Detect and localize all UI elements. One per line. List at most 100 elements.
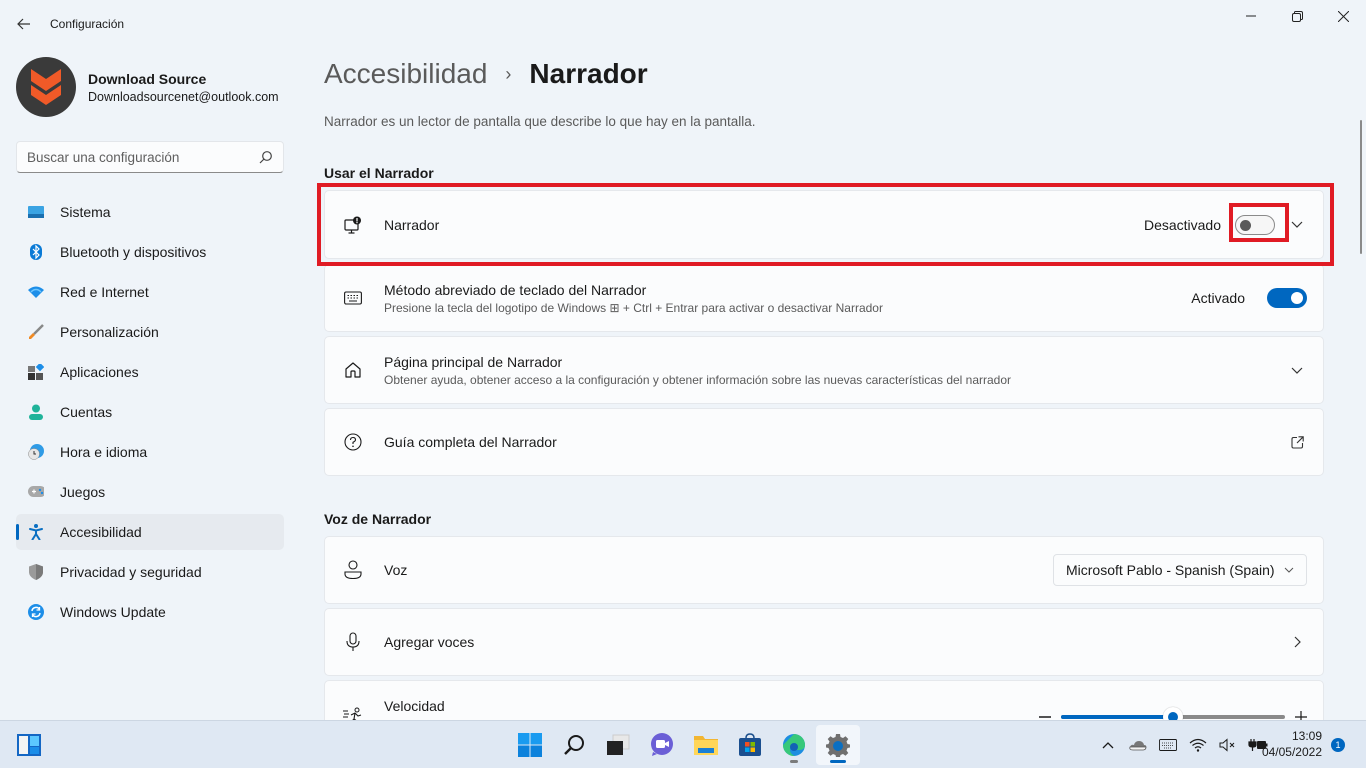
restore-icon [1291,10,1303,22]
taskbar-start[interactable] [508,725,552,765]
back-button[interactable] [12,12,36,36]
paintbrush-icon [28,324,44,340]
gear-icon [826,734,850,757]
widgets-button[interactable] [16,733,42,757]
sidebar-item-privacidad[interactable]: Privacidad y seguridad [16,554,284,590]
download-source-logo-icon [31,69,61,105]
sidebar-item-personalizacion[interactable]: Personalización [16,314,284,350]
narrator-title: Narrador [384,216,440,233]
folder-icon [694,736,718,755]
voice-select[interactable]: Microsoft Pablo - Spanish (Spain) [1053,554,1307,586]
taskbar-store[interactable] [728,725,772,765]
microphone-icon [343,632,363,652]
sidebar-item-hora[interactable]: Hora e idioma [16,434,284,470]
onedrive-icon[interactable] [1126,733,1150,757]
clock-date: 04/05/2022 [1261,745,1322,759]
settings-search[interactable] [16,141,284,173]
accessibility-icon [28,524,44,540]
title-bar: Configuración [0,0,1366,48]
home-icon [343,360,363,380]
sidebar-item-juegos[interactable]: Juegos [16,474,284,510]
add-voices-card[interactable]: Agregar voces [324,608,1324,676]
scrollbar[interactable] [1360,120,1362,254]
home-title: Página principal de Narrador [384,353,563,370]
account-icon [28,404,44,420]
sidebar-item-sistema[interactable]: Sistema [16,194,284,230]
narrator-home-card[interactable]: Página principal de Narrador Obtener ayu… [324,336,1324,404]
user-profile[interactable]: Download Source Downloadsourcenet@outloo… [16,57,279,117]
narrator-toggle[interactable] [1235,214,1275,235]
narrator-state-label: Desactivado [1143,216,1221,233]
time-language-icon [28,444,44,460]
app-title: Configuración [50,17,125,31]
chevron-right-icon[interactable] [1287,632,1307,652]
voice-card: Voz Microsoft Pablo - Spanish (Spain) [324,536,1324,604]
system-display-icon [28,204,44,220]
help-circle-icon [343,432,363,452]
taskbar-search[interactable] [552,725,596,765]
wifi-icon[interactable] [1186,733,1210,757]
close-button[interactable] [1320,0,1366,32]
bluetooth-icon [28,244,44,260]
wifi-icon [28,284,44,300]
system-tray [1096,721,1276,768]
taskbar-task-view[interactable] [596,725,640,765]
chevron-down-icon[interactable] [1287,360,1307,380]
speed-title: Velocidad [384,698,445,714]
narrator-guide-card[interactable]: Guía completa del Narrador [324,408,1324,476]
shortcut-subtitle: Presione la tecla del logotipo de Window… [384,300,883,315]
taskbar: 13:09 04/05/2022 1 [0,720,1366,768]
shortcut-toggle[interactable] [1267,288,1307,308]
windows-update-icon [28,604,44,620]
active-indicator [830,760,846,763]
slider-track[interactable] [1061,707,1285,727]
shortcut-state-label: Activado [1191,290,1245,306]
toggle-knob [1291,292,1303,304]
taskbar-edge[interactable] [772,725,816,765]
breadcrumb-parent[interactable]: Accesibilidad [324,58,487,90]
toggle-knob [1240,219,1251,231]
home-subtitle: Obtener ayuda, obtener acceso a la confi… [384,372,1012,387]
search-icon [564,735,584,755]
narrator-shortcut-card: Método abreviado de teclado del Narrador… [324,264,1324,332]
sidebar-item-cuentas[interactable]: Cuentas [16,394,284,430]
chevron-down-icon[interactable] [1287,215,1307,235]
clock-time: 13:09 [1291,729,1322,743]
running-indicator [790,760,798,763]
search-icon[interactable] [259,150,273,164]
search-input[interactable] [27,149,259,165]
external-link-icon[interactable] [1287,432,1307,452]
sidebar-item-red[interactable]: Red e Internet [16,274,284,310]
breadcrumb: Accesibilidad › Narrador [324,58,648,90]
taskbar-settings[interactable] [816,725,860,765]
sidebar-item-bluetooth[interactable]: Bluetooth y dispositivos [16,234,284,270]
page-description: Narrador es un lector de pantalla que de… [324,114,756,129]
chat-icon [651,733,673,756]
keyboard-icon[interactable] [1156,733,1180,757]
edge-icon [782,734,805,757]
minimize-button[interactable] [1228,0,1274,32]
taskbar-clock[interactable]: 13:09 04/05/2022 [1252,728,1322,760]
taskbar-chat[interactable] [640,725,684,765]
volume-muted-icon[interactable] [1216,733,1240,757]
page-title: Narrador [529,58,648,89]
gamepad-icon [28,484,44,500]
chevron-down-icon [1284,567,1294,573]
slider-fill [1061,715,1173,719]
narrator-card[interactable]: Narrador Desactivado [324,190,1324,259]
sidebar-item-windows-update[interactable]: Windows Update [16,594,284,630]
avatar [16,57,76,117]
profile-email: Downloadsourcenet@outlook.com [88,89,279,104]
taskbar-file-explorer[interactable] [684,725,728,765]
notification-badge[interactable]: 1 [1331,738,1345,752]
widgets-icon [17,734,41,756]
sidebar-item-aplicaciones[interactable]: Aplicaciones [16,354,284,390]
guide-title: Guía completa del Narrador [384,434,557,450]
arrow-left-icon [17,18,30,30]
sidebar-item-accesibilidad[interactable]: Accesibilidad [16,514,284,550]
chevron-up-icon[interactable] [1096,733,1120,757]
voice-title: Voz [384,562,408,578]
restore-button[interactable] [1274,0,1320,32]
breadcrumb-separator-icon: › [505,63,512,84]
store-icon [739,733,761,756]
